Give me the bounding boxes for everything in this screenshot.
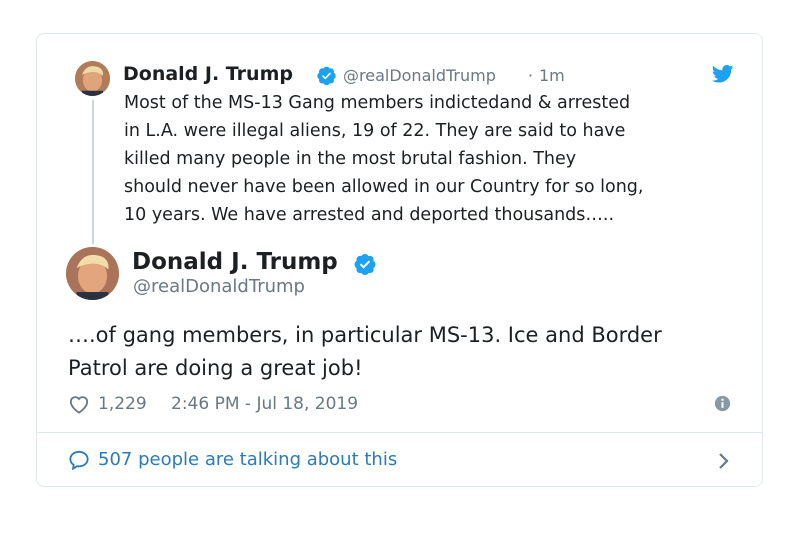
quoted-tweet-time[interactable]: 1m (539, 65, 565, 87)
meta-separator: · (528, 66, 534, 85)
quoted-text-line: should never have been allowed in our Co… (124, 177, 644, 197)
tweet-timestamp[interactable]: 2:46 PM - Jul 18, 2019 (171, 392, 358, 416)
tweet-text-line: ….of gang members, in particular MS-13. … (68, 323, 662, 347)
chevron-right-icon[interactable] (718, 452, 730, 470)
author-handle[interactable]: @realDonaldTrump (133, 275, 305, 299)
quoted-text-line: killed many people in the most brutal fa… (124, 149, 577, 169)
tweet-text: ….of gang members, in particular MS-13. … (68, 319, 748, 385)
quoted-tweet-text: Most of the MS-13 Gang members indicteda… (124, 89, 739, 229)
info-icon[interactable] (714, 395, 731, 412)
author-avatar[interactable] (66, 247, 119, 300)
conversation-link[interactable]: 507 people are talking about this (68, 446, 733, 474)
embedded-tweet-card: Donald J. Trump @realDonaldTrump · 1m Mo… (36, 33, 763, 487)
heart-icon[interactable] (68, 394, 90, 414)
conversation-label[interactable]: 507 people are talking about this (98, 446, 397, 474)
quoted-author-handle[interactable]: @realDonaldTrump (343, 65, 496, 87)
quoted-text-line: 10 years. We have arrested and deported … (124, 205, 615, 225)
verified-badge-icon (317, 66, 336, 86)
quoted-author-name[interactable]: Donald J. Trump (123, 62, 293, 86)
twitter-bird-icon[interactable] (712, 65, 734, 83)
like-count[interactable]: 1,229 (98, 392, 147, 416)
quoted-author-avatar[interactable] (75, 61, 110, 96)
quoted-text-line: Most of the MS-13 Gang members indicteda… (124, 93, 631, 113)
card-divider (37, 432, 762, 433)
thread-connector-line (92, 100, 94, 244)
author-name[interactable]: Donald J. Trump (132, 247, 338, 277)
comment-bubble-icon (69, 450, 89, 470)
verified-badge-icon (354, 254, 376, 275)
quoted-text-line: in L.A. were illegal aliens, 19 of 22. T… (124, 121, 626, 141)
tweet-text-line: Patrol are doing a great job! (68, 356, 363, 380)
